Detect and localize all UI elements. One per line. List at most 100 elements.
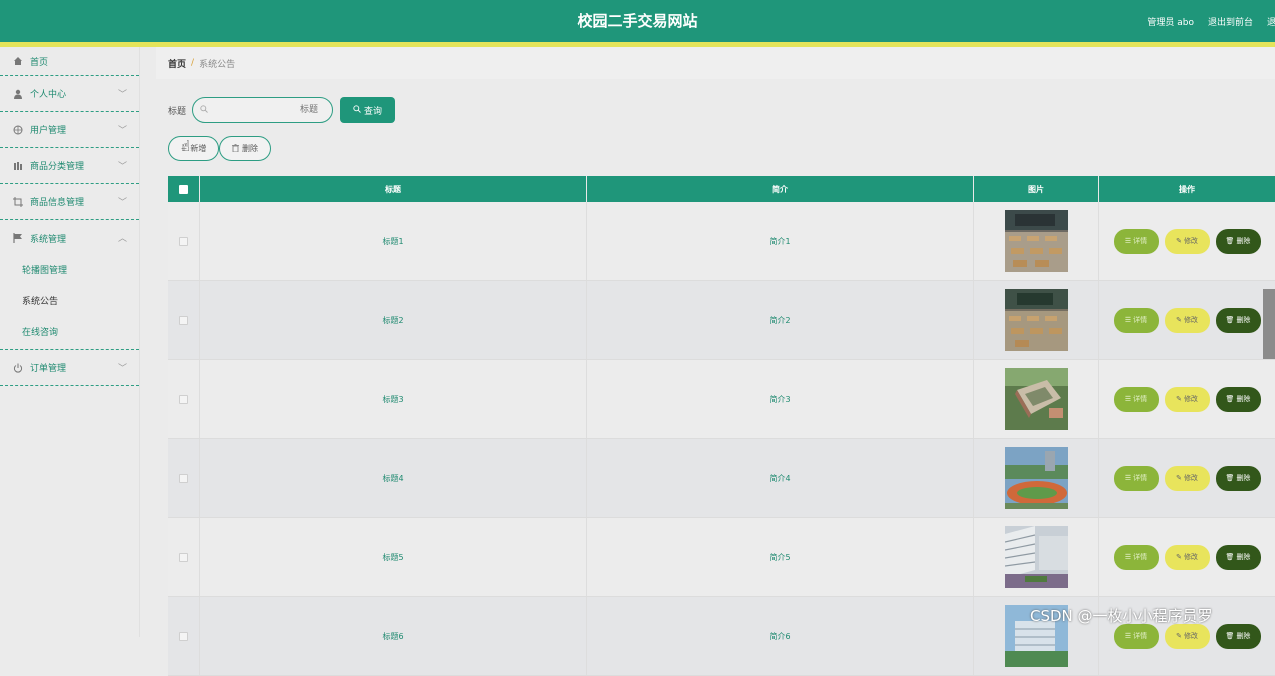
notice-table: 标题 简介 图片 操作 标题1 简介1 ☰ 详情 ✎ 修改 🗑 删除 标题2 简介2 ☰ 详情 ✎ 修改 🗑… <box>168 176 1275 676</box>
header-intro[interactable]: 简介 <box>587 176 974 202</box>
row-checkbox[interactable] <box>179 473 188 483</box>
row-checkbox[interactable] <box>179 631 188 641</box>
scrollbar-thumb[interactable] <box>1263 289 1275 359</box>
thumbnail-image[interactable] <box>1004 289 1068 351</box>
submenu-online-consult[interactable]: 在线咨询 <box>0 318 139 349</box>
edit-button[interactable]: ✎ 修改 <box>1164 544 1210 570</box>
trash-icon <box>232 143 239 154</box>
table-row: 标题4 简介4 ☰ 详情 ✎ 修改 🗑 删除 <box>168 439 1275 518</box>
select-all-cell <box>168 176 200 202</box>
pencil-icon: ✎ <box>1176 395 1182 403</box>
delete-button[interactable]: 🗑 删除 <box>1215 465 1261 491</box>
select-all-checkbox[interactable] <box>179 184 188 194</box>
delete-button[interactable]: 🗑 删除 <box>1215 544 1261 570</box>
delete-label: 删除 <box>1236 237 1251 245</box>
sidebar-item-label: 商品分类管理 <box>30 162 85 172</box>
edit-label: 修改 <box>1183 553 1198 561</box>
delete-button[interactable]: 🗑 删除 <box>1215 623 1261 649</box>
detail-button[interactable]: ☰ 详情 <box>1113 307 1159 333</box>
sidebar-item-category-management[interactable]: 商品分类管理 ﹀ <box>0 148 139 184</box>
detail-label: 详情 <box>1133 474 1148 482</box>
chevron-up-icon: ︿ <box>117 234 127 244</box>
breadcrumb-current: 系统公告 <box>199 59 236 70</box>
breadcrumb-home[interactable]: 首页 <box>168 57 186 70</box>
admin-label: 管理员 abo <box>1147 17 1194 28</box>
search-row: 标题 查询 <box>168 97 396 123</box>
sidebar-item-user-management[interactable]: 用户管理 ﹀ <box>0 112 139 148</box>
chevron-down-icon: ﹀ <box>117 364 127 374</box>
row-check-cell <box>168 281 200 359</box>
detail-button[interactable]: ☰ 详情 <box>1113 228 1159 254</box>
cell-title: 标题6 <box>200 597 587 675</box>
edit-label: 修改 <box>1183 632 1198 640</box>
sidebar-item-system-management[interactable]: 系统管理 ︿ <box>0 220 139 256</box>
thumbnail-image[interactable] <box>1004 368 1068 430</box>
back-to-front-link[interactable]: 退出到前台 <box>1208 15 1253 28</box>
detail-button[interactable]: ☰ 详情 <box>1113 544 1159 570</box>
detail-button[interactable]: ☰ 详情 <box>1113 465 1159 491</box>
crop-icon <box>12 196 24 208</box>
sidebar-item-personal-center[interactable]: 个人中心 ﹀ <box>0 76 139 112</box>
row-check-cell <box>168 439 200 517</box>
thumbnail-image[interactable] <box>1004 210 1068 272</box>
delete-label: 删除 <box>1236 474 1251 482</box>
table-row: 标题2 简介2 ☰ 详情 ✎ 修改 🗑 删除 <box>168 281 1275 360</box>
header-title[interactable]: 标题 <box>200 176 587 202</box>
logout-link[interactable]: 退出 <box>1267 15 1275 28</box>
cell-intro: 简介4 <box>587 439 974 517</box>
flag-icon <box>12 232 24 244</box>
chevron-down-icon: ﹀ <box>117 162 127 172</box>
main-content: 首页 / 系统公告 标题 查询 + 新增 删除 ☝ <box>156 47 1275 676</box>
edit-button[interactable]: ✎ 修改 <box>1164 623 1210 649</box>
table-row: 标题3 简介3 ☰ 详情 ✎ 修改 🗑 删除 <box>168 360 1275 439</box>
query-button[interactable]: 查询 <box>340 97 396 123</box>
sidebar-item-product-management[interactable]: 商品信息管理 ﹀ <box>0 184 139 220</box>
sidebar-item-label: 系统管理 <box>30 234 67 245</box>
batch-delete-label: 删除 <box>242 144 258 153</box>
delete-label: 删除 <box>1236 395 1251 403</box>
sidebar: 首页 个人中心 ﹀ 用户管理 ﹀ 商品分类管理 ﹀ 商品信息管理 ﹀ 系统管理 … <box>0 47 140 637</box>
batch-delete-button[interactable]: 删除 <box>219 136 271 161</box>
sidebar-item-home[interactable]: 首页 <box>0 47 139 76</box>
sidebar-item-label: 商品信息管理 <box>30 198 85 208</box>
submenu-carousel-management[interactable]: 轮播图管理 <box>0 256 139 287</box>
edit-button[interactable]: ✎ 修改 <box>1164 228 1210 254</box>
cell-picture <box>974 439 1099 517</box>
cell-title: 标题2 <box>200 281 587 359</box>
edit-button[interactable]: ✎ 修改 <box>1164 307 1210 333</box>
sidebar-item-order-management[interactable]: 订单管理 ﹀ <box>0 350 139 386</box>
row-checkbox[interactable] <box>179 394 188 404</box>
pencil-icon: ✎ <box>1176 316 1182 324</box>
cell-picture <box>974 281 1099 359</box>
add-button[interactable]: + 新增 <box>168 136 219 161</box>
delete-button[interactable]: 🗑 删除 <box>1215 307 1261 333</box>
trash-icon: 🗑 <box>1225 553 1235 561</box>
pencil-icon: ✎ <box>1176 237 1182 245</box>
mouse-pointer-icon: ☝ <box>181 137 191 155</box>
edit-button[interactable]: ✎ 修改 <box>1164 386 1210 412</box>
delete-button[interactable]: 🗑 删除 <box>1215 228 1261 254</box>
delete-button[interactable]: 🗑 删除 <box>1215 386 1261 412</box>
thumbnail-image[interactable] <box>1004 447 1068 509</box>
search-box[interactable] <box>192 97 334 123</box>
edit-button[interactable]: ✎ 修改 <box>1164 465 1210 491</box>
cell-title: 标题5 <box>200 518 587 596</box>
detail-label: 详情 <box>1133 316 1148 324</box>
detail-button[interactable]: ☰ 详情 <box>1113 623 1159 649</box>
row-check-cell <box>168 202 200 280</box>
row-checkbox[interactable] <box>179 236 188 246</box>
detail-button[interactable]: ☰ 详情 <box>1113 386 1159 412</box>
thumbnail-image[interactable] <box>1004 526 1068 588</box>
table-row: 标题1 简介1 ☰ 详情 ✎ 修改 🗑 删除 <box>168 202 1275 281</box>
row-checkbox[interactable] <box>179 315 188 325</box>
search-input[interactable] <box>218 103 319 117</box>
list-icon: ☰ <box>1124 395 1132 403</box>
user-icon <box>12 88 24 100</box>
list-icon: ☰ <box>1124 474 1132 482</box>
add-button-label: 新增 <box>190 144 207 153</box>
delete-label: 删除 <box>1236 553 1251 561</box>
submenu-system-notice[interactable]: 系统公告 <box>0 287 139 318</box>
cell-intro: 简介5 <box>587 518 974 596</box>
row-checkbox[interactable] <box>179 552 188 562</box>
list-icon: ☰ <box>1124 237 1132 245</box>
